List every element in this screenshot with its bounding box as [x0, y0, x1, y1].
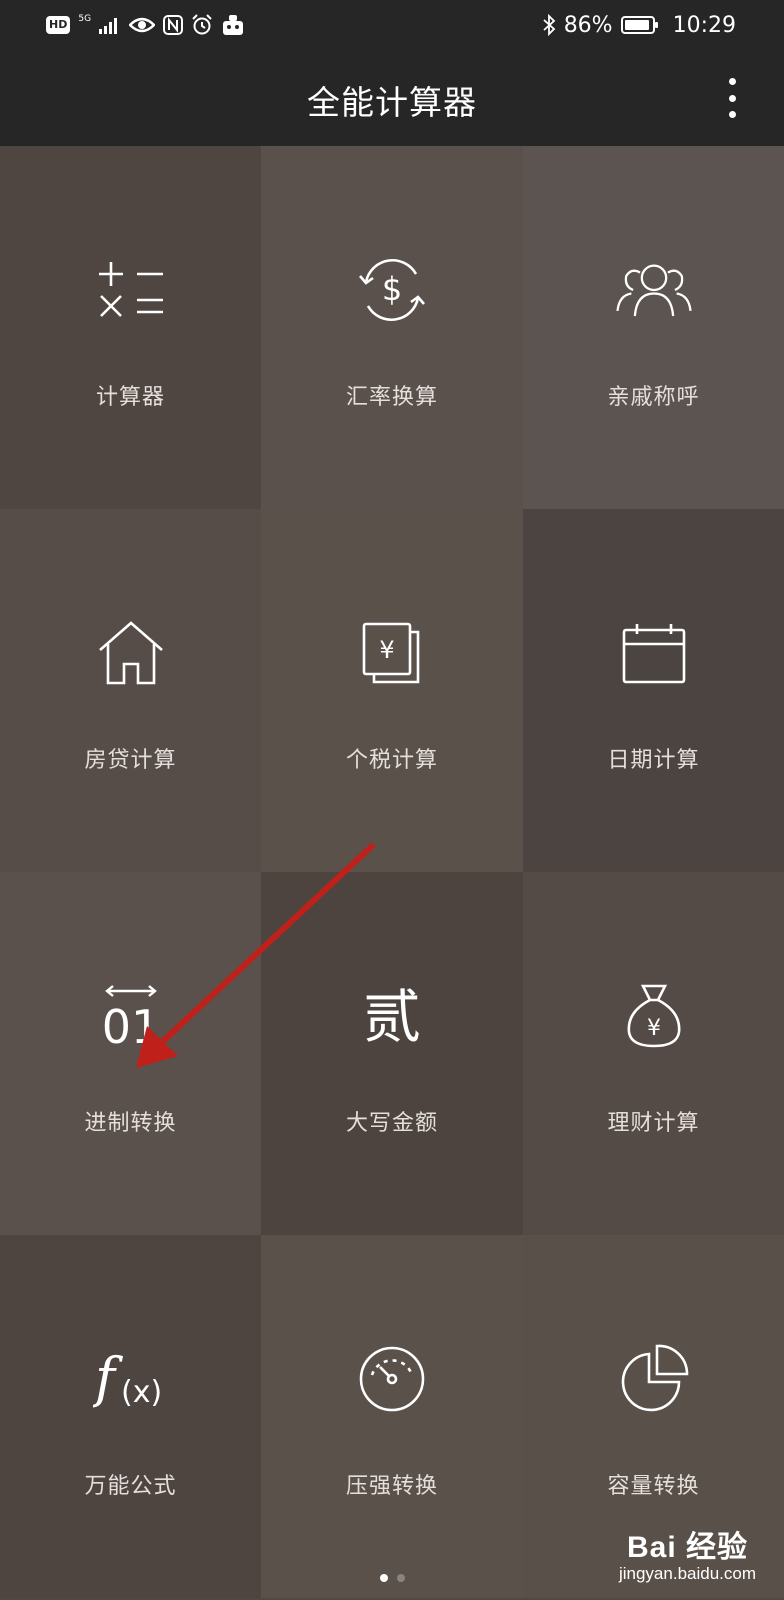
tile-label: 压强转换: [345, 1474, 438, 1499]
tile-income-tax[interactable]: ¥ 个税计算: [261, 509, 523, 872]
numeral-glyph: 贰: [363, 983, 421, 1051]
page-dot[interactable]: [396, 1574, 405, 1582]
tile-base-conversion[interactable]: 01 进制转换: [0, 872, 261, 1235]
calendar-icon: [614, 613, 694, 693]
tile-label: 理财计算: [607, 1111, 700, 1136]
relatives-icon: [614, 250, 694, 330]
function-f-glyph: f: [93, 1346, 123, 1409]
watermark-logo: Bai 经验: [626, 1531, 748, 1564]
tile-label: 万能公式: [84, 1474, 177, 1499]
yen-glyph: ¥: [647, 1016, 661, 1041]
hd-badge: HD: [46, 16, 71, 34]
function-icon: f (x): [91, 1339, 171, 1419]
tile-relatives[interactable]: 亲戚称呼: [523, 146, 784, 509]
battery-icon: [620, 15, 659, 35]
tile-calculator[interactable]: 计算器: [0, 146, 261, 509]
watermark: Bai 经验 jingyan.baidu.com: [619, 1522, 756, 1584]
pressure-gauge-icon: [352, 1339, 432, 1419]
robot-icon: [221, 14, 245, 36]
function-x-glyph: (x): [121, 1375, 162, 1410]
more-vertical-icon: [728, 78, 736, 85]
tile-currency-exchange[interactable]: $ 汇率换算: [261, 146, 523, 509]
binary-glyph: 01: [103, 1000, 159, 1049]
yen-glyph: ¥: [379, 636, 394, 664]
pie-chart-icon: [614, 1339, 694, 1419]
tile-chinese-amount[interactable]: 贰 大写金额: [261, 872, 523, 1235]
page-dot-active[interactable]: [379, 1574, 388, 1582]
bluetooth-icon: [542, 14, 556, 36]
watermark-url: jingyan.baidu.com: [618, 1564, 756, 1583]
tile-label: 进制转换: [84, 1111, 177, 1136]
base-conversion-icon: 01: [91, 976, 171, 1056]
tile-pressure[interactable]: 压强转换: [261, 1235, 523, 1598]
money-bag-icon: ¥: [614, 976, 694, 1056]
tile-label: 亲戚称呼: [607, 385, 700, 410]
tile-finance[interactable]: ¥ 理财计算: [523, 872, 784, 1235]
tile-formula[interactable]: f (x) 万能公式: [0, 1235, 261, 1598]
more-vertical-dot: [728, 94, 736, 102]
alarm-icon: [191, 14, 213, 36]
tool-grid: 计算器 $ 汇率换算 亲戚称呼 房贷计算 ¥ 个税计算 日期计算 01 进制转换…: [0, 146, 784, 1598]
tile-label: 日期计算: [607, 748, 700, 773]
tile-mortgage[interactable]: 房贷计算: [0, 509, 261, 872]
nfc-icon: [163, 15, 184, 35]
status-left: HD 5G: [46, 12, 245, 38]
app-bar: 全能计算器: [0, 50, 784, 146]
tile-label: 计算器: [95, 385, 165, 410]
status-right: 86% 10:29: [542, 10, 736, 40]
battery-percent: 86%: [563, 12, 613, 38]
dollar-glyph: $: [382, 270, 402, 308]
calculator-icon: [91, 250, 171, 330]
tile-label: 容量转换: [607, 1474, 700, 1499]
tile-date[interactable]: 日期计算: [523, 509, 784, 872]
chinese-numeral-icon: 贰: [352, 976, 432, 1056]
more-options-button[interactable]: [720, 78, 744, 118]
more-vertical-dot: [728, 111, 736, 118]
tile-label: 房贷计算: [84, 748, 177, 773]
house-icon: [91, 613, 171, 693]
status-bar: HD 5G 86% 10:29: [0, 0, 784, 50]
tile-label: 大写金额: [345, 1111, 438, 1136]
tax-icon: ¥: [352, 613, 432, 693]
signal-icon: [99, 16, 121, 34]
currency-exchange-icon: $: [352, 250, 432, 330]
status-time: 10:29: [672, 12, 736, 38]
eye-icon: [129, 16, 156, 34]
network-label: 5G: [78, 13, 92, 24]
tile-label: 汇率换算: [345, 385, 438, 410]
tile-label: 个税计算: [345, 748, 438, 773]
page-title: 全能计算器: [307, 83, 477, 122]
